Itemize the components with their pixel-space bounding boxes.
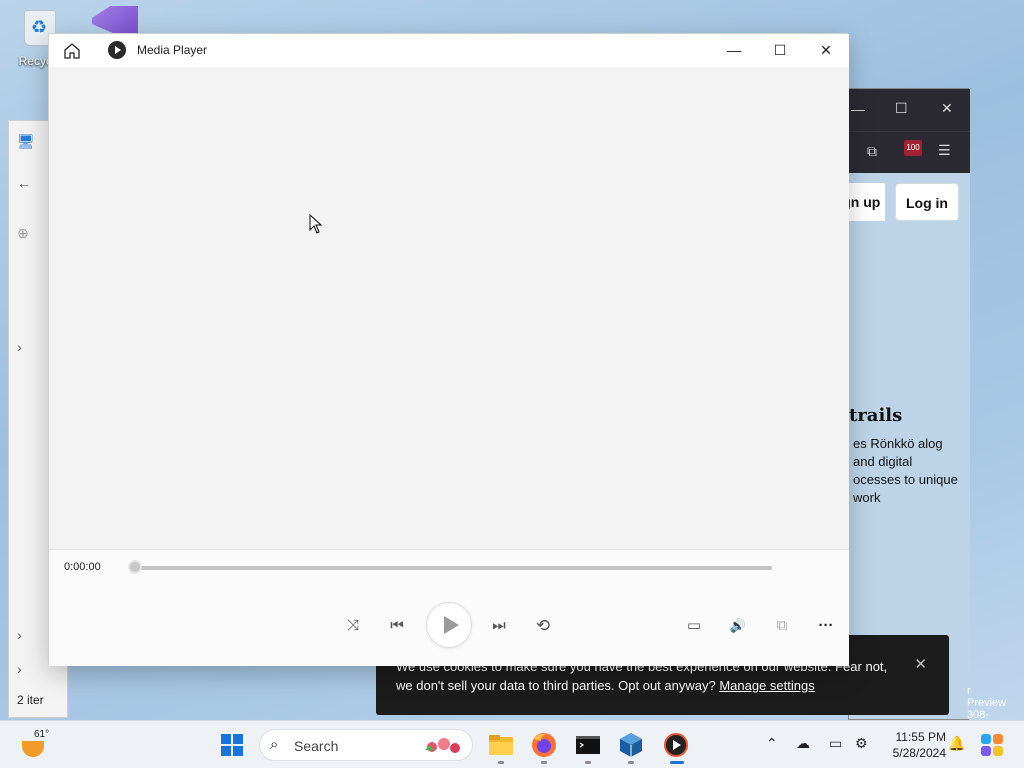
clock-date: 5/28/2024 — [892, 746, 946, 760]
file-explorer-icon[interactable] — [485, 729, 517, 761]
manage-settings-link[interactable]: Manage settings — [719, 678, 814, 693]
maximize-icon[interactable]: ☐ — [895, 100, 908, 117]
mouse-cursor-icon — [309, 214, 323, 234]
maximize-button[interactable]: ☐ — [757, 34, 803, 67]
notification-bell-icon[interactable]: 🔔 — [948, 735, 965, 752]
terminal-icon[interactable] — [572, 729, 604, 761]
expand-chevron-icon[interactable]: › — [17, 661, 22, 677]
firefox-toolbar: ⧉ 100 ☰ — [849, 131, 970, 173]
miniplayer-button[interactable]: ⧉ — [768, 612, 796, 640]
shuffle-button[interactable]: ⤨ — [339, 612, 367, 640]
app-title: Media Player — [137, 43, 208, 57]
firefox-window[interactable]: — ☐ ✕ ⧉ 100 ☰ Sign up Log in trails es R… — [839, 88, 1006, 733]
page-paragraph: es Rönkkö alog and digital ocesses to un… — [853, 436, 958, 505]
volume-button[interactable]: 🔊 — [724, 612, 752, 640]
display-icon[interactable]: ▭ — [829, 735, 842, 752]
close-icon[interactable]: ✕ — [941, 100, 953, 117]
seek-bar[interactable] — [134, 566, 772, 570]
weather-icon — [22, 741, 44, 757]
chevron-up-icon[interactable]: ⌃ — [766, 735, 778, 752]
video-area[interactable] — [49, 67, 849, 549]
start-button[interactable] — [221, 734, 243, 756]
log-in-button[interactable]: Log in — [895, 183, 959, 221]
previous-button[interactable]: ⏮ — [383, 612, 411, 640]
expand-chevron-icon[interactable]: › — [17, 339, 22, 355]
visual-studio-desktop-icon[interactable] — [92, 6, 140, 36]
playback-controls: 0:00:00 ⤨ ⏮ ⏭ ⟲ ▭ 🔊 ⧉ ··· — [49, 549, 849, 666]
taskbar-search[interactable]: ⌕ Search — [259, 729, 473, 761]
page-heading: trails — [849, 405, 903, 426]
elapsed-time: 0:00:00 — [64, 561, 101, 573]
media-player-logo-icon — [108, 41, 126, 59]
captions-button[interactable]: ▭ — [680, 612, 708, 640]
clock-time: 11:55 PM — [895, 730, 946, 744]
home-icon[interactable] — [63, 42, 81, 60]
ublock-badge[interactable]: 100 — [904, 140, 922, 156]
clock[interactable]: 11:55 PM 5/28/2024 — [880, 729, 946, 761]
search-placeholder: Search — [294, 738, 339, 754]
firefox-titlebar: — ☐ ✕ — [849, 89, 970, 131]
media-player-window: Media Player — ☐ ✕ 0:00:00 ⤨ ⏮ ⏭ ⟲ ▭ 🔊 ⧉… — [48, 33, 849, 666]
media-player-titlebar: Media Player — ☐ ✕ — [49, 34, 849, 67]
extensions-icon[interactable]: ⧉ — [867, 143, 877, 160]
new-icon[interactable]: ⊕ — [17, 225, 29, 242]
menu-icon[interactable]: ☰ — [938, 142, 951, 159]
media-player-taskbar-icon[interactable] — [660, 729, 692, 761]
back-arrow-icon[interactable]: ← — [17, 175, 31, 191]
seek-thumb[interactable] — [128, 560, 142, 574]
play-button[interactable] — [426, 602, 472, 648]
close-button[interactable]: ✕ — [803, 34, 849, 67]
more-options-button[interactable]: ··· — [812, 612, 840, 640]
minimize-icon[interactable]: — — [851, 101, 865, 117]
copilot-icon[interactable] — [978, 731, 1006, 759]
minimize-button[interactable]: — — [711, 34, 757, 67]
expand-chevron-icon[interactable]: › — [17, 627, 22, 643]
weather-widget[interactable]: 61° — [20, 727, 56, 763]
search-highlight-icon — [425, 738, 460, 753]
onedrive-offline-icon[interactable]: ☁ — [796, 735, 810, 752]
network-icon[interactable]: ⚙ — [855, 735, 868, 752]
virtualbox-icon[interactable] — [615, 729, 647, 761]
firefox-icon[interactable] — [528, 729, 560, 761]
search-icon: ⌕ — [270, 736, 279, 753]
monitor-icon: 🖥 — [17, 133, 35, 149]
explorer-status: 2 iter — [17, 693, 44, 707]
taskbar: 61° ⌕ Search ⌃ ☁ ▭ ⚙ 11:55 PM 5/28/2024 … — [0, 720, 1024, 768]
next-button[interactable]: ⏭ — [485, 612, 513, 640]
cookie-close-icon[interactable]: ✕ — [914, 655, 927, 673]
weather-temp: 61° — [34, 729, 50, 740]
repeat-button[interactable]: ⟲ — [529, 612, 557, 640]
